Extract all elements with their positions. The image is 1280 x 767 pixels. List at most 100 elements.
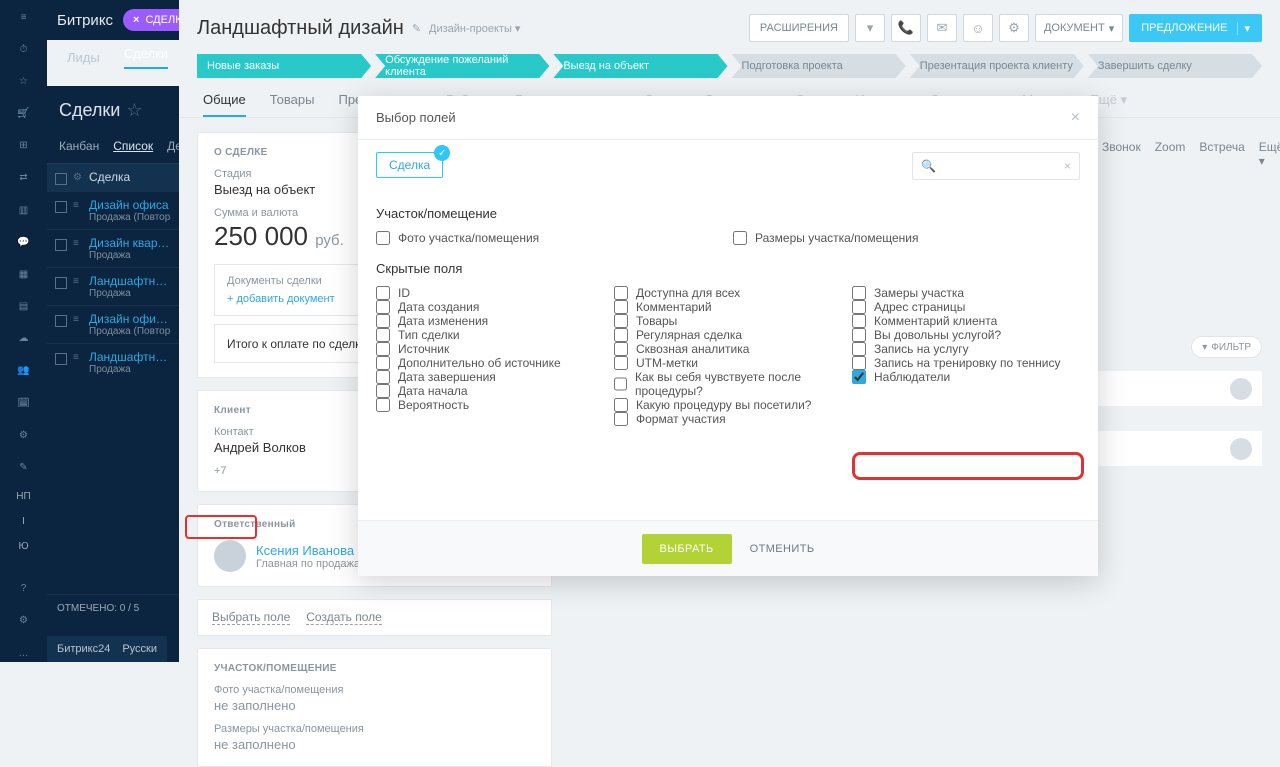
list-item[interactable]: ≡Дизайн офисаПродажа (Повтор — [47, 191, 179, 229]
field-item[interactable]: Вероятность — [376, 398, 604, 412]
activity-call[interactable]: Звонок — [1102, 140, 1141, 168]
checkbox[interactable] — [376, 398, 390, 412]
field-item[interactable]: Какую процедуру вы посетили? — [614, 398, 842, 412]
create-field-button[interactable]: Создать поле — [306, 610, 382, 625]
star-icon[interactable]: ☆ — [126, 100, 142, 121]
view-list[interactable]: Список — [113, 139, 153, 153]
field-item[interactable]: Как вы себя чувствуете после процедуры? — [614, 370, 842, 398]
field-item[interactable]: Доступна для всех — [614, 286, 842, 300]
tab-general[interactable]: Общие — [203, 92, 246, 117]
field-item[interactable]: Адрес страницы — [852, 300, 1080, 314]
rail-icon[interactable]: 🗓 — [13, 394, 35, 412]
checkbox[interactable] — [614, 377, 627, 391]
checkbox[interactable] — [376, 356, 390, 370]
phone-icon[interactable]: 📞 — [891, 14, 921, 42]
activity-more[interactable]: Ещё ▾ — [1259, 140, 1280, 168]
lang-button[interactable]: Русски — [122, 643, 157, 655]
chat-icon[interactable]: ☺ — [963, 14, 993, 42]
field-size[interactable]: Размеры участка/помещения — [733, 231, 1080, 245]
document-button[interactable]: ДОКУМЕНТ ▾ — [1035, 14, 1123, 42]
rail-icon[interactable]: ▥ — [13, 201, 35, 219]
offer-button[interactable]: ПРЕДЛОЖЕНИЕ▾ — [1129, 14, 1262, 42]
rail-icon[interactable]: 👥 — [13, 362, 35, 380]
checkbox[interactable] — [55, 239, 67, 251]
field-item[interactable]: Сквозная аналитика — [614, 342, 842, 356]
field-item[interactable]: Запись на услугу — [852, 342, 1080, 356]
rail-icon[interactable]: ▦ — [13, 265, 35, 283]
close-icon[interactable]: × — [133, 14, 139, 26]
checkbox[interactable] — [376, 314, 390, 328]
pipeline-link[interactable]: Дизайн-проекты ▾ — [429, 22, 520, 35]
checkbox[interactable] — [376, 300, 390, 314]
list-item[interactable]: ≡Дизайн офисного помещенияПродажа (Повто… — [47, 305, 179, 343]
clear-icon[interactable]: × — [1064, 159, 1071, 173]
checkbox[interactable] — [614, 398, 628, 412]
field-item[interactable]: Комментарий клиента — [852, 314, 1080, 328]
checkbox[interactable] — [614, 300, 628, 314]
gear-icon[interactable]: ⚙ — [73, 172, 83, 183]
checkbox[interactable] — [55, 277, 67, 289]
field-item[interactable]: Источник — [376, 342, 604, 356]
checkbox[interactable] — [376, 231, 390, 245]
list-item[interactable]: ≡Ландшафтный дизайн_большоПродажа — [47, 267, 179, 305]
stage[interactable]: Подготовка проекта — [732, 54, 906, 78]
field-item[interactable]: Вы довольны услугой? — [852, 328, 1080, 342]
field-item[interactable]: Формат участия — [614, 412, 842, 426]
offer-dropdown[interactable]: ▾ — [1237, 22, 1250, 35]
field-item[interactable]: Регулярная сделка — [614, 328, 842, 342]
checkbox[interactable] — [376, 370, 390, 384]
tab-goods[interactable]: Товары — [270, 92, 315, 117]
rail-icon[interactable]: ✎ — [13, 458, 35, 476]
checkbox[interactable] — [376, 328, 390, 342]
field-item[interactable]: Дата начала — [376, 384, 604, 398]
checkbox[interactable] — [852, 286, 866, 300]
field-item[interactable]: UTM-метки — [614, 356, 842, 370]
checkbox[interactable] — [614, 412, 628, 426]
cancel-button[interactable]: ОТМЕНИТЬ — [750, 543, 815, 555]
view-kanban[interactable]: Канбан — [59, 139, 99, 153]
extensions-dropdown[interactable]: ▾ — [855, 14, 885, 42]
checkbox[interactable] — [614, 342, 628, 356]
drag-icon[interactable]: ≡ — [73, 314, 83, 325]
select-field-button[interactable]: Выбрать поле — [212, 610, 290, 625]
rail-icon[interactable]: 💬 — [13, 233, 35, 251]
rail-icon[interactable]: ⚙ — [13, 426, 35, 444]
checkbox[interactable] — [376, 384, 390, 398]
checkbox[interactable] — [733, 231, 747, 245]
stage[interactable]: Обсуждение пожеланий клиента — [375, 54, 549, 78]
tab-deals[interactable]: Сделки — [124, 46, 168, 69]
close-icon[interactable]: × — [1071, 109, 1080, 127]
rail-more-icon[interactable]: … — [13, 644, 35, 662]
field-item[interactable]: Дополнительно об источнике — [376, 356, 604, 370]
search-input[interactable]: 🔍× — [912, 152, 1080, 180]
extensions-button[interactable]: РАСШИРЕНИЯ — [749, 14, 849, 42]
rail-text[interactable]: I — [22, 516, 25, 527]
field-item[interactable]: Замеры участка — [852, 286, 1080, 300]
field-item[interactable]: Дата создания — [376, 300, 604, 314]
list-item[interactable]: ≡Ландшафтный дПродажа — [47, 343, 179, 381]
rail-icon[interactable]: ☁ — [13, 330, 35, 348]
checkbox[interactable] — [376, 286, 390, 300]
checkbox[interactable] — [852, 370, 866, 384]
checkbox[interactable] — [55, 201, 67, 213]
gear-icon[interactable]: ⚙ — [999, 14, 1029, 42]
checkbox[interactable] — [852, 300, 866, 314]
rail-icon[interactable]: ⇄ — [13, 169, 35, 187]
rail-icon[interactable]: ⏱ — [13, 40, 35, 58]
field-item[interactable]: Тип сделки — [376, 328, 604, 342]
checkbox[interactable] — [55, 353, 67, 365]
rail-icon[interactable]: ⊞ — [13, 137, 35, 155]
entity-tab-deal[interactable]: Сделка✓ — [376, 152, 443, 178]
field-item[interactable]: Дата изменения — [376, 314, 604, 328]
mail-icon[interactable]: ✉ — [927, 14, 957, 42]
field-item[interactable]: Товары — [614, 314, 842, 328]
b24-link[interactable]: Битрикс24 — [57, 643, 110, 655]
select-button[interactable]: ВЫБРАТЬ — [642, 534, 732, 564]
checkbox[interactable] — [852, 314, 866, 328]
rail-text[interactable]: НП — [16, 491, 30, 502]
checkbox[interactable] — [614, 356, 628, 370]
rail-icon[interactable]: ▤ — [13, 298, 35, 316]
drag-icon[interactable]: ≡ — [73, 276, 83, 287]
field-item[interactable]: ID — [376, 286, 604, 300]
edit-icon[interactable]: ✎ — [412, 22, 421, 35]
